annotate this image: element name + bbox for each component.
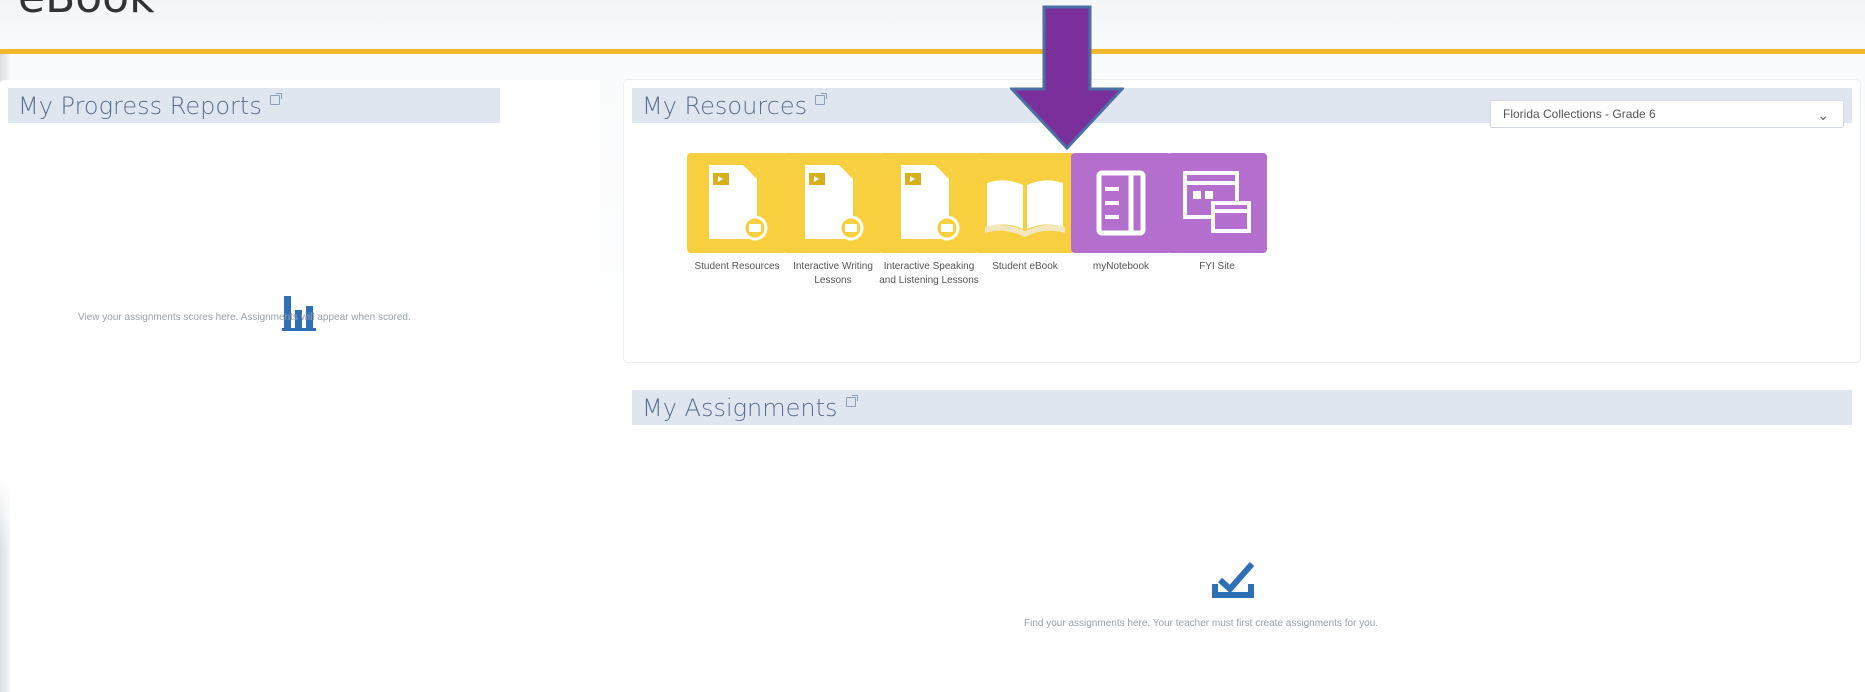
collection-select[interactable]: Florida Collections - Grade 6 ⌄	[1490, 100, 1844, 128]
progress-empty-message: View your assignments scores here. Assig…	[78, 312, 411, 323]
mynotebook-tile[interactable]	[1071, 153, 1171, 253]
assignments-panel: My Assignments	[624, 382, 1860, 692]
document-video-icon	[901, 165, 960, 241]
assignments-header: My Assignments	[632, 390, 1852, 425]
chevron-down-icon: ⌄	[1817, 107, 1829, 123]
tile-label-mynotebook[interactable]: myNotebook	[1069, 260, 1173, 274]
fyi-site-tile[interactable]	[1167, 153, 1267, 253]
tile-label-student-resources[interactable]: Student Resources	[685, 260, 789, 274]
assignment-check-icon	[1212, 562, 1255, 598]
gold-divider	[0, 49, 1865, 54]
document-video-icon	[805, 165, 864, 241]
progress-reports-title[interactable]: My Progress Reports	[18, 92, 262, 120]
tile-label-interactive-speaking[interactable]: Interactive Speaking and Listening Lesso…	[877, 260, 981, 288]
external-link-icon[interactable]	[269, 92, 282, 105]
student-resources-tile[interactable]	[687, 153, 787, 253]
interactive-speaking-listening-tile[interactable]	[879, 153, 979, 253]
external-link-icon[interactable]	[815, 92, 828, 105]
tile-label-interactive-writing[interactable]: Interactive Writing Lessons	[781, 260, 885, 288]
progress-reports-panel: My Progress Reports View your assignment…	[0, 80, 600, 550]
annotation-arrow-icon	[1010, 5, 1124, 150]
document-video-icon	[709, 165, 768, 241]
resources-header: My Resources Florida Collections - Grade…	[632, 88, 1852, 128]
interactive-writing-lessons-tile[interactable]	[783, 153, 883, 253]
slide-title: eBook	[18, 0, 155, 23]
collection-select-value: Florida Collections - Grade 6	[1503, 107, 1656, 121]
external-link-icon[interactable]	[845, 394, 858, 407]
tile-label-student-ebook[interactable]: Student eBook	[973, 260, 1077, 274]
assignments-empty-message: Find your assignments here. Your teacher…	[1024, 618, 1379, 629]
student-ebook-tile[interactable]	[975, 153, 1075, 253]
open-book-icon	[985, 180, 1065, 237]
assignments-title[interactable]: My Assignments	[642, 394, 838, 422]
resources-panel: My Resources Florida Collections - Grade…	[624, 80, 1860, 362]
notebook-icon	[1096, 170, 1146, 236]
tile-label-fyi-site[interactable]: FYI Site	[1165, 260, 1269, 274]
progress-reports-header: My Progress Reports	[8, 88, 500, 123]
browser-window-icon	[1183, 171, 1251, 233]
resources-title[interactable]: My Resources	[642, 92, 807, 120]
